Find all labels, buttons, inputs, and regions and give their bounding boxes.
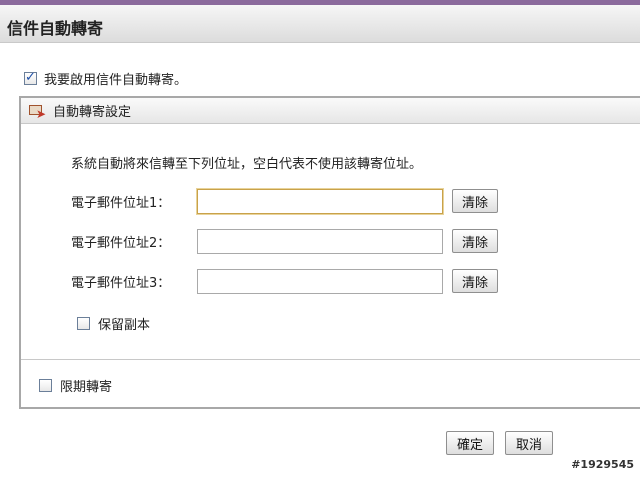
email-row-3: 電子郵件位址3： 清除 <box>71 268 498 294</box>
limited-forwarding-checkbox[interactable] <box>39 379 52 392</box>
limited-forwarding-option[interactable]: 限期轉寄 <box>39 376 112 395</box>
keep-copy-label: 保留副本 <box>98 318 151 333</box>
mail-forward-icon: ➤ <box>29 102 47 120</box>
limited-forwarding-label: 限期轉寄 <box>60 380 113 395</box>
keep-copy-option[interactable]: 保留副本 <box>77 314 150 333</box>
cancel-button[interactable]: 取消 <box>505 431 553 455</box>
panel-title: 自動轉寄設定 <box>53 105 132 120</box>
email-input-3[interactable] <box>197 268 443 294</box>
enable-forwarding-option[interactable]: 我要啟用信件自動轉寄。 <box>24 70 188 88</box>
panel-header: ➤ 自動轉寄設定 <box>21 98 640 124</box>
email-row-1: 電子郵件位址1： 清除 <box>71 188 498 214</box>
panel-description: 系統自動將來信轉至下列位址，空白代表不使用該轉寄位址。 <box>71 157 423 172</box>
forwarding-settings-panel: ➤ 自動轉寄設定 系統自動將來信轉至下列位址，空白代表不使用該轉寄位址。 電子郵… <box>19 96 640 409</box>
enable-forwarding-label: 我要啟用信件自動轉寄。 <box>44 72 188 88</box>
email-input-1[interactable] <box>197 188 443 214</box>
watermark-text: #1929545 <box>571 458 634 471</box>
email-label-2: 電子郵件位址2： <box>71 235 171 251</box>
email-input-2[interactable] <box>197 228 443 254</box>
email-label-3: 電子郵件位址3： <box>71 275 171 291</box>
keep-copy-checkbox[interactable] <box>77 317 90 330</box>
page-header: 信件自動轉寄 <box>0 5 640 43</box>
confirm-button[interactable]: 確定 <box>446 431 494 455</box>
clear-button-3[interactable]: 清除 <box>452 269 498 293</box>
panel-divider <box>21 359 640 360</box>
page-title: 信件自動轉寄 <box>7 19 104 38</box>
email-row-2: 電子郵件位址2： 清除 <box>71 228 498 254</box>
clear-button-1[interactable]: 清除 <box>452 189 498 213</box>
enable-forwarding-checkbox[interactable] <box>24 70 37 85</box>
email-label-1: 電子郵件位址1： <box>71 195 171 211</box>
dialog-actions: 確定 取消 <box>446 431 553 455</box>
clear-button-2[interactable]: 清除 <box>452 229 498 253</box>
